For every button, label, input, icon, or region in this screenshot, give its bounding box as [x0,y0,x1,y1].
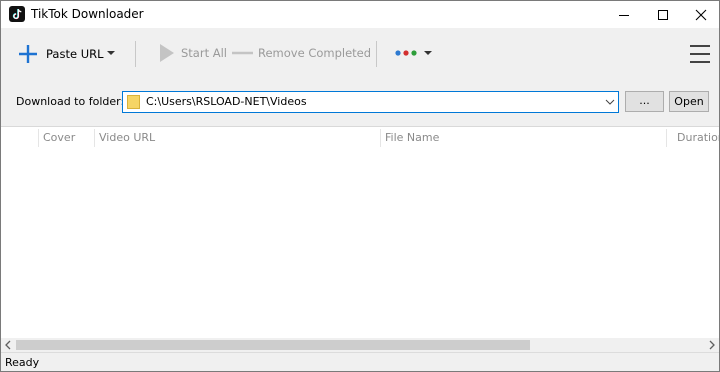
column-divider[interactable] [94,129,95,147]
color-dots-icon [395,50,432,56]
tiktok-logo-icon [9,6,25,22]
download-folder-combobox[interactable]: C:\Users\RSLOAD-NET\Videos [122,91,619,113]
minimize-button[interactable] [605,1,643,28]
scroll-left-icon[interactable] [4,340,12,350]
toolbar: Paste URL Start All Remove Completed [1,28,719,79]
theme-color-button[interactable] [395,47,435,59]
column-header-duration[interactable]: Duration [677,127,719,149]
column-header-file-name[interactable]: File Name [385,127,439,149]
title-bar[interactable]: TikTok Downloader [1,1,719,28]
start-all-button[interactable]: Start All [159,43,227,63]
column-header-video-url[interactable]: Video URL [99,127,155,149]
column-divider[interactable] [38,129,39,147]
close-button[interactable] [682,1,719,28]
scrollbar-thumb[interactable] [16,340,530,350]
plus-icon [19,45,37,63]
hamburger-menu-icon [690,45,710,63]
chevron-down-icon[interactable] [605,97,615,107]
column-header-cover[interactable]: Cover [43,127,75,149]
chevron-down-icon [107,51,115,55]
app-window: TikTok Downloader Paste URL Start All Re… [0,0,720,372]
download-folder-label: Download to folder: [16,95,125,108]
remove-completed-label: Remove Completed [258,46,372,60]
window-title: TikTok Downloader [31,7,144,21]
maximize-icon [658,9,668,20]
minimize-icon [619,14,629,16]
status-text: Ready [5,356,40,369]
download-folder-row: Download to folder: C:\Users\RSLOAD-NET\… [1,79,719,127]
maximize-button[interactable] [644,1,682,28]
close-icon [695,9,707,20]
play-icon [160,44,174,62]
table-header: Cover Video URL File Name Duration [1,127,719,149]
column-divider[interactable] [380,129,381,147]
remove-completed-button[interactable]: Remove Completed [232,46,371,60]
toolbar-separator [135,41,136,67]
horizontal-scrollbar[interactable] [1,338,719,352]
minus-icon [232,51,253,55]
folder-icon [127,95,140,109]
toolbar-separator [376,41,377,67]
download-folder-path: C:\Users\RSLOAD-NET\Videos [146,95,307,108]
paste-url-label: Paste URL [46,47,104,61]
start-all-label: Start All [181,46,228,60]
status-bar: Ready [1,352,719,371]
browse-folder-button[interactable]: ... [625,91,664,112]
downloads-table[interactable]: Cover Video URL File Name Duration [1,127,719,338]
scroll-right-icon[interactable] [708,340,716,350]
main-menu-button[interactable] [689,44,711,64]
column-divider[interactable] [666,129,667,147]
open-folder-button[interactable]: Open [669,91,709,112]
paste-dropdown-button[interactable] [105,47,117,59]
paste-url-button[interactable]: Paste URL [17,43,104,65]
